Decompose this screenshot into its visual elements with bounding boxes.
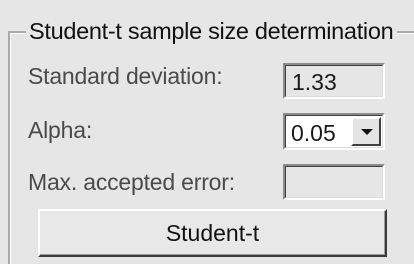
chevron-down-icon[interactable] [351,117,381,146]
student-t-button[interactable]: Student-t [38,209,387,257]
alpha-label: Alpha: [28,117,93,143]
max-accepted-error-label: Max. accepted error: [28,169,235,195]
max-accepted-error-field[interactable] [283,164,385,200]
alpha-selected-value: 0.05 [291,120,336,146]
standard-deviation-field[interactable]: 1.33 [283,63,385,99]
standard-deviation-label: Standard deviation: [28,63,223,89]
standard-deviation-value: 1.33 [292,69,337,95]
alpha-select[interactable]: 0.05 [283,113,385,150]
groupbox-title: Student-t sample size determination [26,17,398,45]
